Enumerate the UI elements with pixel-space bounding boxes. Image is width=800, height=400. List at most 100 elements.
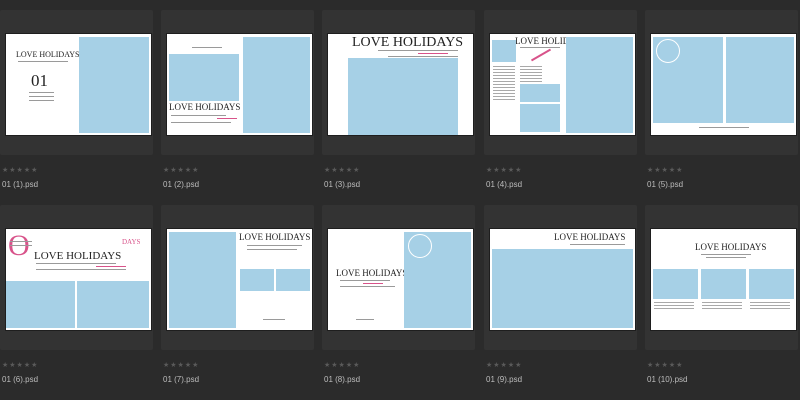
- page-title: LOVE HOLIDAYS: [352, 35, 464, 50]
- rating-stars[interactable]: ★★★★★: [163, 361, 199, 369]
- photo-placeholder: [77, 281, 149, 328]
- caption-line: [36, 269, 126, 270]
- file-name[interactable]: 01 (4).psd: [486, 180, 522, 189]
- thumbnail-item[interactable]: LOVE HOLIDAYS ★★★★★ 01 (3).psd: [322, 10, 475, 196]
- thumbnail-item[interactable]: LOVE HOLIDAYS 01 ★★★★★ 01 (1).psd: [0, 10, 153, 196]
- page-preview: LOVE HOLIDAYS: [328, 34, 473, 135]
- subtitle-line: [378, 50, 458, 51]
- thumbnail-item[interactable]: LOVE HOLIDAYS ★★★★★ 01 (7).psd: [161, 205, 314, 391]
- page-title: LOVE HOLIDAYS: [336, 268, 408, 278]
- photo-placeholder: [653, 269, 698, 299]
- caption-line: [706, 257, 746, 258]
- photo-placeholder: [749, 269, 794, 299]
- rating-stars[interactable]: ★★★★★: [647, 166, 683, 174]
- photo-placeholder: [79, 37, 149, 133]
- big-letter: O: [8, 229, 30, 262]
- file-name[interactable]: 01 (1).psd: [2, 180, 38, 189]
- file-name[interactable]: 01 (2).psd: [163, 180, 199, 189]
- photo-placeholder: [6, 281, 75, 328]
- thumbnail-item[interactable]: LOVE HOLIDAYS ★★★★★ 01 (8).psd: [322, 205, 475, 391]
- thumbnail-card[interactable]: [645, 10, 798, 155]
- thumbnail-card[interactable]: O DAYS LOVE HOLIDAYS: [0, 205, 153, 350]
- file-name[interactable]: 01 (6).psd: [2, 375, 38, 384]
- badge-circle: [656, 39, 680, 63]
- photo-placeholder: [520, 84, 560, 102]
- rating-stars[interactable]: ★★★★★: [486, 166, 522, 174]
- page-preview: LOVE HOLIDAYS: [490, 229, 635, 330]
- text-column: [654, 302, 694, 311]
- subtitle-line: [570, 244, 625, 245]
- rating-stars[interactable]: ★★★★★: [647, 361, 683, 369]
- caption-line: [29, 96, 54, 97]
- page-title: LOVE HOLIDAYS: [169, 102, 241, 112]
- photo-placeholder: [701, 269, 746, 299]
- text-column: [702, 302, 742, 311]
- rating-stars[interactable]: ★★★★★: [324, 361, 360, 369]
- accent-line: [96, 266, 126, 267]
- page-title: LOVE HOLIDAYS: [16, 50, 80, 59]
- caption-line: [699, 127, 749, 128]
- file-name[interactable]: 01 (3).psd: [324, 180, 360, 189]
- thumbnail-card[interactable]: LOVE HOLIDAYS 01: [0, 10, 153, 155]
- page-preview: LOVE HOLIDAYS: [490, 34, 635, 135]
- file-name[interactable]: 01 (9).psd: [486, 375, 522, 384]
- file-name[interactable]: 01 (5).psd: [647, 180, 683, 189]
- thumbnail-card[interactable]: LOVE HOLIDAYS: [645, 205, 798, 350]
- page-preview: LOVE HOLIDAYS: [328, 229, 473, 330]
- caption-line: [247, 249, 297, 250]
- subtitle-line: [247, 245, 302, 246]
- thumbnail-item[interactable]: LOVE HOLIDAYS ★★★★★ 01 (9).psd: [484, 205, 637, 391]
- text-column: [493, 66, 515, 102]
- page-preview: [651, 34, 796, 135]
- photo-placeholder: [169, 232, 236, 328]
- rating-stars[interactable]: ★★★★★: [324, 166, 360, 174]
- subtitle-line: [36, 263, 116, 264]
- thumbnail-item[interactable]: O DAYS LOVE HOLIDAYS ★★★★★ 01 (6).psd: [0, 205, 153, 391]
- photo-placeholder: [169, 54, 239, 101]
- accent-mark: [530, 48, 552, 62]
- photo-placeholder: [566, 37, 633, 133]
- thumbnail-card[interactable]: LOVE HOLIDAYS: [322, 205, 475, 350]
- rating-stars[interactable]: ★★★★★: [163, 166, 199, 174]
- thumbnail-card[interactable]: LOVE HOLIDAYS: [484, 10, 637, 155]
- caption-line: [263, 319, 285, 320]
- page-preview: O DAYS LOVE HOLIDAYS: [6, 229, 151, 330]
- photo-placeholder: [726, 37, 794, 123]
- page-title: LOVE HOLIDAYS: [34, 250, 122, 262]
- caption-line: [29, 100, 54, 101]
- file-name[interactable]: 01 (8).psd: [324, 375, 360, 384]
- rating-stars[interactable]: ★★★★★: [2, 361, 38, 369]
- caption-line: [171, 122, 231, 123]
- accent-line: [217, 118, 237, 119]
- file-name[interactable]: 01 (10).psd: [647, 375, 687, 384]
- photo-placeholder: [240, 269, 274, 291]
- caption-line: [29, 92, 54, 93]
- thumbnail-card[interactable]: LOVE HOLIDAYS: [484, 205, 637, 350]
- thumbnail-card[interactable]: LOVE HOLIDAYS: [322, 10, 475, 155]
- thumbnail-item[interactable]: LOVE HOLIDAYS ★★★★★ 01 (4).psd: [484, 10, 637, 196]
- thumbnail-card[interactable]: LOVE HOLIDAYS: [161, 10, 314, 155]
- caption-line: [388, 56, 458, 57]
- photo-placeholder: [520, 104, 560, 132]
- thumbnail-card[interactable]: LOVE HOLIDAYS: [161, 205, 314, 350]
- file-name[interactable]: 01 (7).psd: [163, 375, 199, 384]
- rating-stars[interactable]: ★★★★★: [486, 361, 522, 369]
- caption-line: [340, 286, 395, 287]
- subtitle-line: [171, 115, 226, 116]
- thumbnail-item[interactable]: LOVE HOLIDAYS ★★★★★ 01 (10).psd: [645, 205, 798, 391]
- caption-line: [10, 241, 32, 242]
- rating-stars[interactable]: ★★★★★: [2, 166, 38, 174]
- page-preview: LOVE HOLIDAYS: [651, 229, 796, 330]
- subtitle-line: [520, 47, 560, 48]
- accent-text: DAYS: [122, 238, 141, 246]
- header-line: [192, 47, 222, 48]
- page-number: 01: [31, 71, 48, 90]
- badge-circle: [408, 234, 432, 258]
- thumbnail-item[interactable]: ★★★★★ 01 (5).psd: [645, 10, 798, 196]
- subtitle-line: [340, 280, 390, 281]
- accent-line: [418, 53, 448, 54]
- page-title: LOVE HOLIDAYS: [695, 242, 767, 252]
- subtitle-line: [18, 61, 68, 62]
- thumbnail-item[interactable]: LOVE HOLIDAYS ★★★★★ 01 (2).psd: [161, 10, 314, 196]
- photo-placeholder: [276, 269, 310, 291]
